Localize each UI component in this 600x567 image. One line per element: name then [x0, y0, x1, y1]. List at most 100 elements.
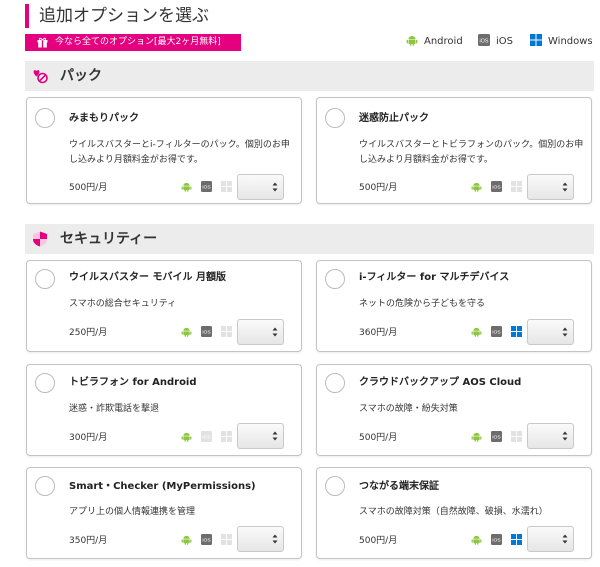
legend-android: Android [406, 33, 463, 51]
option-radio[interactable] [325, 269, 345, 289]
select-arrow-icon [562, 327, 568, 337]
quantity-select[interactable] [527, 174, 574, 200]
option-radio[interactable] [325, 373, 345, 393]
option-radio[interactable] [325, 476, 345, 496]
option-description: ウイルスバスターとトビラフォンのパック。個別のお申し込みより月額料金がお得です。 [359, 140, 584, 165]
option-price: 350円/月 [69, 536, 108, 546]
option-description: アプリ上の個人情報連携を管理 [69, 507, 196, 517]
quantity-select[interactable] [237, 423, 284, 449]
gift-icon [37, 37, 48, 48]
windows-icon [511, 181, 522, 192]
option-price: 500円/月 [69, 183, 108, 193]
legend-windows: Windows [530, 33, 593, 51]
option-name: つながる端末保証 [359, 481, 439, 492]
select-arrow-icon [272, 534, 278, 544]
select-arrow-icon [272, 431, 278, 441]
android-icon [181, 431, 192, 442]
option-price: 250円/月 [69, 328, 108, 338]
option-name: みまもりパック [69, 113, 139, 124]
android-icon [471, 326, 482, 337]
svg-text:iOS: iOS [480, 38, 489, 44]
ios-icon: iOS [478, 34, 490, 46]
option-card-aos-cloud[interactable]: クラウドバックアップ AOS Cloud スマホの故障・紛失対策 500円/月 [316, 364, 592, 456]
legend-android-label: Android [424, 36, 463, 47]
windows-icon [221, 326, 232, 337]
option-card-virusbuster[interactable]: ウイルスバスター モバイル 月額版 スマホの総合セキュリティ 250円/月 [26, 260, 302, 352]
legend-windows-label: Windows [548, 36, 593, 47]
quantity-select[interactable] [237, 526, 284, 552]
option-description: スマホの総合セキュリティ [69, 299, 177, 309]
select-arrow-icon [562, 534, 568, 544]
option-price: 500円/月 [359, 536, 398, 546]
android-icon [181, 326, 192, 337]
option-card-smart-checker[interactable]: Smart・Checker (MyPermissions) アプリ上の個人情報連… [26, 467, 302, 559]
ios-icon [491, 181, 502, 192]
section-title-security: セキュリティー [60, 231, 158, 247]
android-icon [181, 534, 192, 545]
option-card-i-filter[interactable]: i-フィルター for マルチデバイス ネットの危険から子どもを守る 360円/… [316, 260, 592, 352]
windows-icon [511, 534, 522, 545]
ios-icon [201, 181, 212, 192]
option-description: ウイルスバスターとi-フィルターのパック。個別のお申し込みより月額料金がお得です… [69, 140, 290, 165]
option-card-mimamori-pack[interactable]: みまもりパック ウイルスバスターとi-フィルターのパック。個別のお申し込みより月… [26, 97, 302, 204]
option-card-tanmatsu-hosho[interactable]: つながる端末保証 スマホの故障対策（自然故障、破損、水濡れ） 500円/月 [316, 467, 592, 559]
option-name: i-フィルター for マルチデバイス [359, 272, 510, 283]
windows-icon [221, 431, 232, 442]
option-name: トビラフォン for Android [69, 377, 197, 388]
option-name: 迷惑防止パック [359, 113, 429, 124]
legend-ios-label: iOS [496, 36, 513, 47]
option-price: 500円/月 [359, 183, 398, 193]
option-card-meiwaku-pack[interactable]: 迷惑防止パック ウイルスバスターとトビラフォンのパック。個別のお申し込みより月額… [316, 97, 592, 204]
promo-label: 今なら全てのオプション[最大2ヶ月無料] [55, 37, 221, 47]
ios-icon [491, 534, 502, 545]
option-radio[interactable] [325, 108, 345, 128]
option-name: ウイルスバスター モバイル 月額版 [69, 272, 226, 283]
option-price: 500円/月 [359, 433, 398, 443]
quantity-select[interactable] [237, 319, 284, 345]
page-title: 追加オプションを選ぶ [25, 4, 209, 28]
windows-icon [511, 326, 522, 337]
select-arrow-icon [562, 182, 568, 192]
ios-icon [201, 431, 212, 442]
quantity-select[interactable] [527, 423, 574, 449]
quantity-select[interactable] [527, 319, 574, 345]
pack-icon [33, 70, 48, 84]
option-description: ネットの危険から子どもを守る [359, 299, 486, 309]
ios-icon [201, 326, 212, 337]
option-name: クラウドバックアップ AOS Cloud [359, 377, 522, 388]
option-description: スマホの故障・紛失対策 [359, 404, 458, 414]
windows-icon [221, 534, 232, 545]
windows-icon [511, 431, 522, 442]
section-header-pack: パック [25, 61, 594, 91]
option-price: 360円/月 [359, 328, 398, 338]
option-description: スマホの故障対策（自然故障、破損、水濡れ） [359, 507, 548, 517]
option-description: 迷惑・詐欺電話を撃退 [69, 404, 160, 414]
legend-ios: iOS iOS [478, 33, 513, 51]
ios-icon [201, 534, 212, 545]
quantity-select[interactable] [237, 174, 284, 200]
select-arrow-icon [562, 431, 568, 441]
option-radio[interactable] [35, 108, 55, 128]
section-header-security: セキュリティー [25, 224, 594, 254]
shield-icon [33, 231, 47, 247]
windows-icon [530, 34, 542, 46]
android-icon [181, 181, 192, 192]
ios-icon [491, 326, 502, 337]
windows-icon [221, 181, 232, 192]
option-card-tobiraphone[interactable]: トビラフォン for Android 迷惑・詐欺電話を撃退 300円/月 [26, 364, 302, 456]
select-arrow-icon [272, 327, 278, 337]
ios-icon [491, 431, 502, 442]
quantity-select[interactable] [527, 526, 574, 552]
promo-banner: 今なら全てのオプション[最大2ヶ月無料] [25, 34, 241, 51]
android-icon [471, 534, 482, 545]
option-radio[interactable] [35, 373, 55, 393]
option-price: 300円/月 [69, 433, 108, 443]
android-icon [406, 36, 418, 46]
android-icon [471, 431, 482, 442]
option-radio[interactable] [35, 269, 55, 289]
android-icon [471, 181, 482, 192]
select-arrow-icon [272, 182, 278, 192]
section-title-pack: パック [60, 68, 102, 84]
option-name: Smart・Checker (MyPermissions) [69, 481, 256, 492]
option-radio[interactable] [35, 476, 55, 496]
